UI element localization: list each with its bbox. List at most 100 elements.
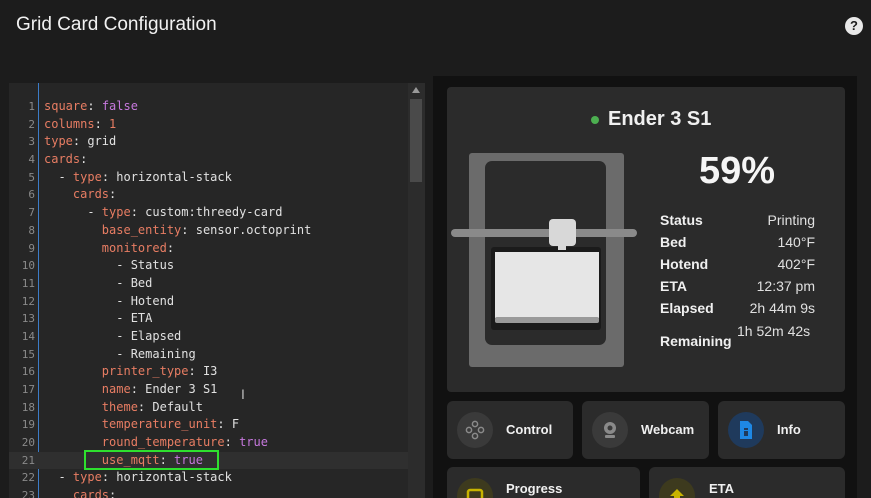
clock-icon — [659, 478, 695, 498]
yaml-key: columns — [44, 116, 95, 131]
code-line[interactable]: 16 printer_type: I3 — [9, 363, 409, 381]
highlight-box — [84, 450, 219, 470]
printer-name: Ender 3 S1 — [608, 108, 712, 130]
code-text: - Hotend — [44, 293, 175, 308]
code-line[interactable]: 9 monitored: — [9, 240, 409, 258]
code-line[interactable]: 14 - Elapsed — [9, 328, 409, 346]
line-number: 12 — [21, 294, 35, 308]
code-line[interactable]: 17 name: Ender 3 S1 — [9, 381, 409, 399]
status-dot — [591, 116, 599, 124]
line-number: 17 — [21, 383, 35, 396]
yaml-value: Remaining — [130, 346, 196, 361]
yaml-key: printer_type — [101, 364, 189, 379]
yaml-value: false — [101, 99, 138, 113]
code-text: - type: horizontal-stack — [44, 470, 232, 485]
code-line[interactable]: 12 - Hotend — [9, 293, 409, 311]
line-number: 14 — [21, 329, 35, 343]
code-text: cards: — [44, 152, 88, 167]
code-line[interactable]: 15 - Remaining — [9, 346, 409, 364]
webcam-label: Webcam — [641, 422, 695, 437]
code-text: - ETA — [44, 311, 153, 326]
line-number: 6 — [28, 188, 35, 202]
code-line[interactable]: 1 square: false — [9, 98, 409, 116]
yaml-value: 1 — [109, 116, 117, 131]
gamepad-icon — [457, 412, 493, 448]
yaml-value: custom:threedy-card — [145, 205, 283, 220]
line-number: 1 — [28, 100, 35, 113]
line-number: 23 — [21, 489, 35, 498]
stat-label: Hotend — [660, 256, 709, 272]
yaml-key: cards — [44, 152, 81, 167]
scroll-up-arrow-icon[interactable] — [412, 87, 420, 93]
code-line[interactable]: 3 type: grid — [9, 133, 409, 151]
yaml-value: F — [231, 417, 240, 432]
code-line[interactable]: 8 base_entity: sensor.octoprint — [9, 222, 409, 240]
code-line[interactable]: 13 - ETA — [9, 310, 409, 328]
code-text: monitored: — [101, 240, 175, 255]
code-text: columns: 1 — [44, 116, 117, 131]
text-cursor-icon: I — [241, 386, 245, 402]
code-line[interactable]: 22 - type: horizontal-stack — [9, 469, 409, 487]
line-number: 19 — [21, 418, 35, 432]
webcam-button[interactable]: Webcam — [582, 401, 709, 459]
code-line[interactable]: 19 temperature_unit: F — [9, 416, 409, 434]
code-text: base_entity: sensor.octoprint — [101, 222, 312, 237]
yaml-value: horizontal-stack — [116, 470, 232, 485]
stat-value: 1h 52m 42s — [737, 323, 811, 339]
line-number: 3 — [28, 135, 35, 149]
line-number: 9 — [28, 241, 35, 255]
stat-value: 402°F — [777, 256, 815, 272]
yaml-key: temperature_unit — [101, 417, 218, 432]
line-number: 10 — [21, 259, 35, 273]
line-number: 2 — [28, 117, 35, 131]
line-number: 4 — [28, 153, 35, 167]
dialog-title: Grid Card Configuration — [16, 14, 217, 35]
yaml-key: cards — [72, 187, 110, 202]
stat-label: Status — [660, 212, 703, 228]
code-text: name: Ender 3 S1 — [101, 382, 218, 396]
stat-row-eta: ETA 12:37 pm — [660, 278, 818, 300]
help-icon[interactable]: ? — [845, 17, 863, 35]
yaml-key: round_temperature — [101, 435, 225, 450]
code-line[interactable]: 5 - type: horizontal-stack — [9, 169, 409, 187]
code-line[interactable]: 4 cards: — [9, 151, 409, 169]
code-line[interactable]: 23 cards: — [9, 487, 409, 498]
line-number: 21 — [21, 453, 35, 467]
code-line[interactable]: 18 theme: Default — [9, 399, 409, 417]
code-line[interactable]: 10 - Status — [9, 257, 409, 275]
stat-value: Printing — [767, 212, 815, 228]
yaml-value: Ender 3 S1 — [145, 382, 218, 396]
stat-label: Bed — [660, 234, 687, 250]
progress-button[interactable]: Progress — [447, 467, 640, 498]
code-line[interactable]: 11 - Bed — [9, 275, 409, 293]
info-button[interactable]: Info — [718, 401, 845, 459]
code-text: - type: custom:threedy-card — [44, 205, 283, 220]
code-line[interactable]: 6 cards: — [9, 186, 409, 204]
yaml-value: Bed — [130, 275, 153, 290]
yaml-key: square — [44, 99, 88, 113]
yaml-key: name — [101, 382, 131, 396]
editor-scrollbar[interactable] — [408, 83, 425, 498]
code-lines[interactable]: 1 square: false 2 columns: 1 3 type: grid 4 car… — [9, 98, 409, 498]
webcam-icon — [592, 412, 628, 448]
scroll-thumb[interactable] — [410, 99, 422, 182]
yaml-key: theme — [101, 399, 138, 414]
control-button[interactable]: Control — [447, 401, 573, 459]
line-number: 16 — [21, 365, 35, 379]
eta-button[interactable]: ETA — [649, 467, 845, 498]
code-line[interactable]: 7 - type: custom:threedy-card — [9, 204, 409, 222]
yaml-key: monitored — [101, 240, 167, 255]
yaml-value: I3 — [202, 364, 218, 379]
yaml-editor[interactable]: 1 square: false 2 columns: 1 3 type: grid 4 car… — [9, 83, 425, 498]
yaml-value: grid — [87, 134, 117, 149]
yaml-key: cards — [72, 488, 110, 498]
code-text: cards: — [44, 487, 116, 498]
code-line[interactable]: 2 columns: 1 — [9, 116, 409, 134]
code-text: theme: Default — [101, 399, 203, 414]
line-number: 20 — [21, 436, 35, 450]
line-number: 18 — [21, 400, 35, 414]
code-text: - Remaining — [44, 346, 196, 361]
stats-table: Status Printing Bed 140°F Hotend 402°F E… — [660, 212, 818, 362]
line-number: 7 — [28, 206, 35, 220]
line-number: 8 — [28, 223, 35, 237]
